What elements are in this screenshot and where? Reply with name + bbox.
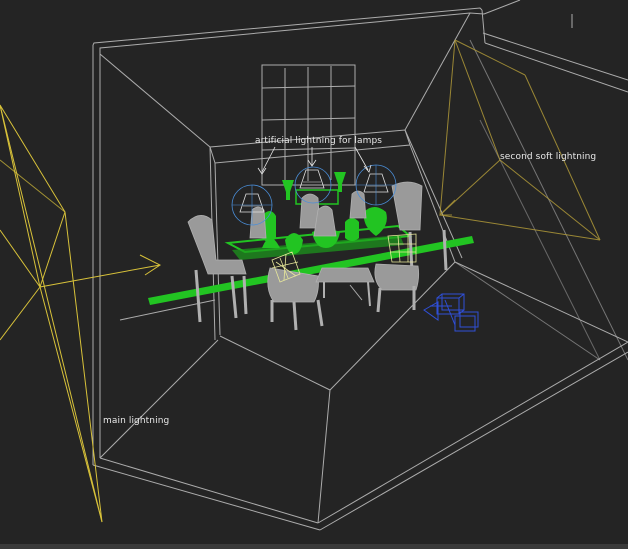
main-lighting-label: main lightning — [103, 416, 170, 426]
scene-wireframe — [0, 0, 628, 531]
room-wireframe — [92, 0, 628, 531]
3d-viewport[interactable]: artificial lightning for lamps second so… — [0, 0, 628, 549]
soft-lighting-label: second soft lightning — [500, 152, 597, 162]
lamps-lighting-label: artificial lightning for lamps — [255, 136, 383, 146]
main-light-gizmo[interactable] — [0, 104, 161, 523]
furniture-chairs — [187, 181, 448, 331]
camera-gizmo[interactable] — [423, 293, 479, 332]
soft-light-gizmo[interactable] — [438, 39, 601, 241]
viewport-bottom-edge — [0, 544, 628, 549]
